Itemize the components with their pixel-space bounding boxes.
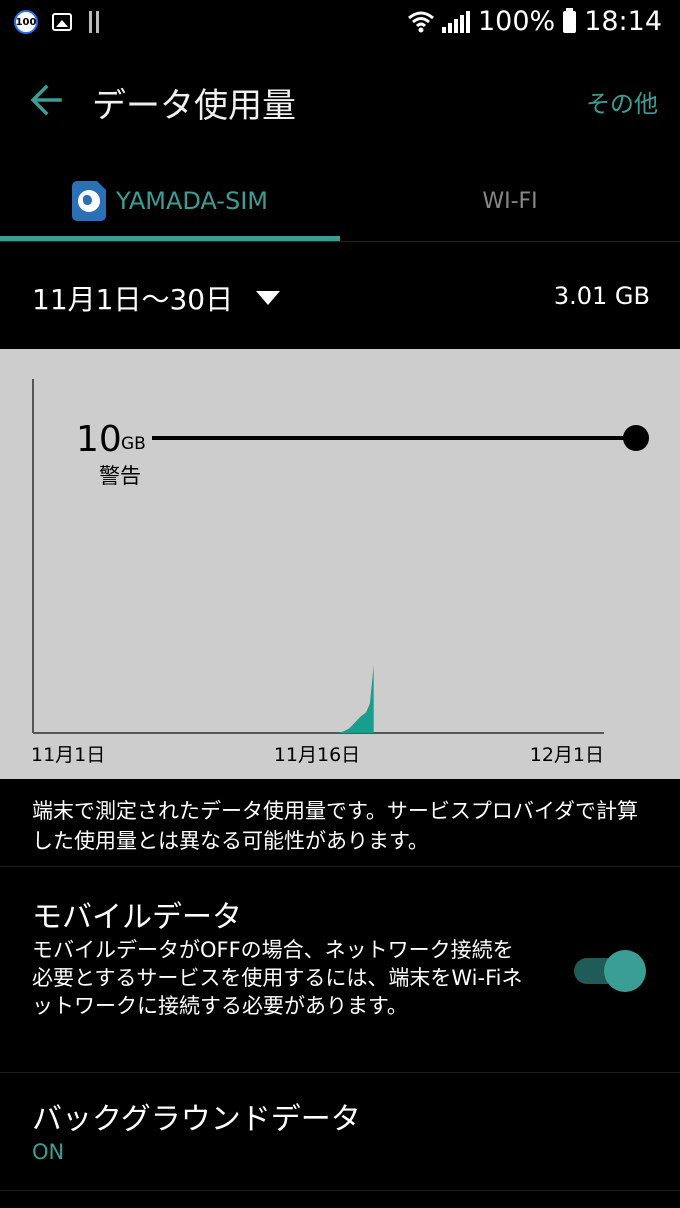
x-tick-label: 12月1日 xyxy=(530,744,604,766)
usage-chart-svg: 10 GB 警告 11月1日 11月16日 12月1日 xyxy=(31,379,649,766)
usb-icon xyxy=(86,10,102,34)
divider xyxy=(0,1190,680,1191)
clock: 18:14 xyxy=(584,6,662,37)
dropdown-arrow-icon[interactable] xyxy=(256,291,280,305)
back-arrow-icon[interactable] xyxy=(28,82,64,118)
usage-chart: 10 GB 警告 11月1日 11月16日 12月1日 xyxy=(0,349,680,779)
divider xyxy=(0,1072,680,1073)
mobile-data-title: モバイルデータ xyxy=(32,900,242,935)
battery-icon xyxy=(563,7,577,33)
notification-badge-icon: 100 xyxy=(14,10,38,34)
app-bar: データ使用量 その他 xyxy=(0,60,680,140)
sim-globe-icon xyxy=(72,181,107,221)
usage-description: 端末で測定されたデータ使用量です。サービスプロバイダで計算した使用量とは異なる可… xyxy=(32,799,639,853)
status-bar: 100 100% 18:14 xyxy=(0,0,680,48)
battery-percent: 100% xyxy=(477,6,556,37)
tab-label: WI-FI xyxy=(482,188,538,214)
period-selector[interactable]: 11月1日～30日 xyxy=(32,278,233,318)
background-data-status: ON xyxy=(32,1140,65,1164)
more-button[interactable]: その他 xyxy=(586,84,658,119)
tab-bar: YAMADA-SIM WI-FI xyxy=(0,160,680,242)
divider xyxy=(0,866,680,867)
warning-unit: GB xyxy=(121,434,146,454)
period-row: 11月1日～30日 3.01 GB xyxy=(0,260,680,330)
background-data-title: バックグラウンドデータ xyxy=(32,1102,361,1137)
wifi-icon xyxy=(408,11,434,32)
x-tick-label: 11月16日 xyxy=(274,744,360,766)
image-icon xyxy=(52,13,72,31)
tab-label: YAMADA-SIM xyxy=(116,187,268,215)
divider xyxy=(0,241,680,242)
tab-yamada-sim[interactable]: YAMADA-SIM xyxy=(0,160,340,242)
mobile-data-description: モバイルデータがOFFの場合、ネットワーク接続を必要とするサービスを使用するには… xyxy=(32,938,523,1018)
total-usage: 3.01 GB xyxy=(553,282,650,310)
x-tick-label: 11月1日 xyxy=(31,744,105,766)
usage-area xyxy=(337,665,374,733)
tab-wifi[interactable]: WI-FI xyxy=(340,160,680,242)
warning-value: 10 xyxy=(76,419,122,460)
page-title: データ使用量 xyxy=(92,86,296,126)
warning-label: 警告 xyxy=(99,464,141,488)
warning-handle xyxy=(623,425,649,451)
signal-icon xyxy=(441,10,470,33)
mobile-data-toggle[interactable] xyxy=(574,950,646,992)
